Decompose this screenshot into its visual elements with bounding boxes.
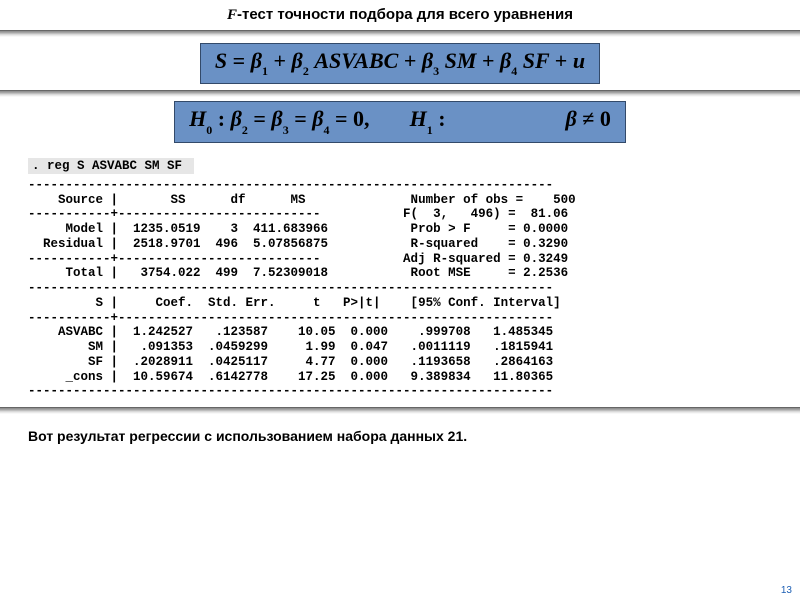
model-equation: S = β1 + β2 ASVABC + β3 SM + β4 SF + u [200,43,600,84]
divider [0,90,800,97]
divider [0,407,800,414]
stata-command: . reg S ASVABC SM SF [28,158,194,174]
divider [0,30,800,37]
slide-number: 13 [781,585,792,596]
title-text: -тест точности подбора для всего уравнен… [237,6,573,23]
regression-output: . reg S ASVABC SM SF -------------------… [0,151,800,407]
hypotheses: H0 : β2 = β3 = β4 = 0,H1 :β ≠ 0 [174,101,626,142]
title-prefix: F [227,7,237,23]
stata-output: ----------------------------------------… [28,178,772,399]
caption-text: Вот результат регрессии с использованием… [0,414,800,458]
hypotheses-block: H0 : β2 = β3 = β4 = 0,H1 :β ≠ 0 [0,97,800,150]
page-title: F-тест точности подбора для всего уравне… [0,0,800,30]
equation-block: S = β1 + β2 ASVABC + β3 SM + β4 SF + u [0,37,800,90]
